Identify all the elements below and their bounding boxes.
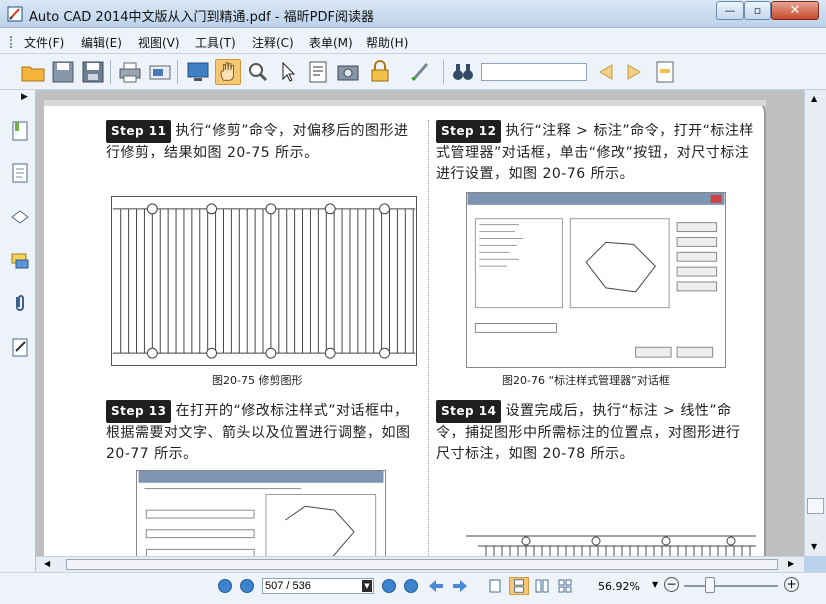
layers-icon[interactable] <box>9 206 31 228</box>
pdf-page: Step 11 执行“修剪”命令，对偏移后的图形进行修剪，结果如图 20-75 所… <box>44 100 766 556</box>
fullscreen-icon[interactable] <box>185 59 211 85</box>
page-header-strip <box>44 100 766 106</box>
foxit-app-icon <box>7 6 23 22</box>
status-bar: ▼ 56.92% ▼ − + <box>0 572 826 604</box>
page-dropdown-icon[interactable]: ▼ <box>362 580 372 592</box>
first-page-icon[interactable] <box>218 579 232 593</box>
step12-badge: Step 12 <box>436 120 502 143</box>
facing-pages-icon[interactable] <box>535 579 549 593</box>
toolbar-separator <box>177 60 178 84</box>
menu-file[interactable]: 文件(F) <box>24 34 64 51</box>
snapshot-zoom-icon[interactable] <box>245 59 271 85</box>
highlight-icon[interactable] <box>652 59 678 85</box>
maximize-button[interactable]: ▫ <box>744 1 771 20</box>
save-as-icon[interactable] <box>80 59 106 85</box>
figure-20-77-modify-dimstyle-dialog <box>136 470 386 556</box>
rms-lock-icon[interactable] <box>367 59 393 85</box>
scroll-down-icon[interactable]: ▼ <box>811 542 817 551</box>
open-folder-icon[interactable] <box>20 59 46 85</box>
menu-view[interactable]: 视图(V) <box>138 34 180 51</box>
comments-icon[interactable] <box>9 250 31 272</box>
title-bar: Auto CAD 2014中文版从入门到精通.pdf - 福昕PDF阅读器 — … <box>0 0 826 28</box>
bookmarks-icon[interactable] <box>9 120 31 142</box>
go-forward-icon[interactable] <box>452 580 468 592</box>
horizontal-scroll-thumb[interactable] <box>66 559 778 570</box>
figure-20-75-trimmed-drawing <box>111 196 417 366</box>
figure-20-75-caption: 图20-75 修剪图形 <box>212 374 303 387</box>
menu-help[interactable]: 帮助(H) <box>366 34 408 51</box>
menu-bar: 文件(F) 编辑(E) 视图(V) 工具(T) 注释(C) 表单(M) 帮助(H… <box>0 28 826 79</box>
step11-paragraph: Step 11 执行“修剪”命令，对偏移后的图形进行修剪，结果如图 20-75 所… <box>106 120 420 164</box>
scroll-up-icon[interactable]: ▲ <box>811 94 817 103</box>
menu-forms[interactable]: 表单(M) <box>309 34 353 51</box>
step12-paragraph: Step 12 执行“注释 > 标注”命令，打开“标注样式管理器”对话框，单击“修… <box>436 120 754 185</box>
document-view[interactable]: Step 11 执行“修剪”命令，对偏移后的图形进行修剪，结果如图 20-75 所… <box>36 90 804 556</box>
go-back-icon[interactable] <box>428 580 444 592</box>
close-button[interactable]: ✕ <box>771 1 819 20</box>
last-page-icon[interactable] <box>404 579 418 593</box>
sidebar-toggle-icon[interactable]: ▶ <box>21 92 28 102</box>
pages-icon[interactable] <box>9 162 31 184</box>
step13-paragraph: Step 13 在打开的“修改标注样式”对话框中，根据需要对文字、箭头以及位置进行… <box>106 400 420 465</box>
prev-result-icon[interactable] <box>592 59 618 85</box>
toolbar-separator <box>443 60 444 84</box>
scan-icon[interactable] <box>147 59 173 85</box>
save-icon[interactable] <box>50 59 76 85</box>
vertical-scroll-thumb[interactable] <box>807 498 824 514</box>
menu-comments[interactable]: 注释(C) <box>252 34 294 51</box>
column-divider <box>428 120 429 556</box>
scroll-left-icon[interactable]: ◀ <box>44 559 50 568</box>
text-select-icon[interactable] <box>305 59 331 85</box>
navigation-sidebar: ▶ <box>0 90 36 572</box>
continuous-facing-icon[interactable] <box>558 579 572 593</box>
vertical-scrollbar[interactable]: ▲ ▼ <box>804 90 826 556</box>
toolbar-separator <box>110 60 111 84</box>
binoculars-icon[interactable] <box>450 59 476 85</box>
toolbar <box>0 54 826 90</box>
menu-grip <box>10 36 13 48</box>
continuous-page-icon[interactable] <box>509 577 529 595</box>
search-input[interactable] <box>481 63 587 81</box>
camera-icon[interactable] <box>335 59 361 85</box>
minimize-button[interactable]: — <box>716 1 744 20</box>
attachments-icon[interactable] <box>9 292 31 314</box>
zoom-level[interactable]: 56.92% <box>598 580 640 593</box>
signatures-icon[interactable] <box>9 336 31 358</box>
zoom-slider-knob[interactable] <box>705 577 715 593</box>
next-result-icon[interactable] <box>622 59 648 85</box>
previous-page-icon[interactable] <box>240 579 254 593</box>
hand-tool-icon[interactable] <box>215 59 241 85</box>
sign-icon[interactable] <box>408 59 434 85</box>
single-page-icon[interactable] <box>488 579 502 593</box>
zoom-in-button[interactable]: + <box>784 577 799 592</box>
step14-badge: Step 14 <box>436 400 502 423</box>
zoom-dropdown-icon[interactable]: ▼ <box>652 580 658 589</box>
window-title: Auto CAD 2014中文版从入门到精通.pdf - 福昕PDF阅读器 <box>29 10 375 25</box>
zoom-slider-track[interactable] <box>684 585 778 587</box>
menu-tools[interactable]: 工具(T) <box>195 34 236 51</box>
page-number-input[interactable] <box>262 578 374 594</box>
figure-20-76-dimstyle-dialog <box>466 192 726 368</box>
horizontal-scrollbar[interactable]: ◀ ▶ <box>36 556 804 572</box>
scroll-right-icon[interactable]: ▶ <box>788 559 794 568</box>
select-arrow-icon[interactable] <box>275 59 301 85</box>
next-page-icon[interactable] <box>382 579 396 593</box>
print-icon[interactable] <box>117 59 143 85</box>
menu-edit[interactable]: 编辑(E) <box>81 34 122 51</box>
figure-20-76-caption: 图20-76 “标注样式管理器”对话框 <box>502 374 670 387</box>
step13-badge: Step 13 <box>106 400 172 423</box>
step11-badge: Step 11 <box>106 120 172 143</box>
step14-paragraph: Step 14 设置完成后，执行“标注 > 线性”命令，捕捉图形中所需标注的位置点… <box>436 400 754 465</box>
zoom-out-button[interactable]: − <box>664 577 679 592</box>
figure-20-78-dimensioned-drawing <box>466 535 756 556</box>
